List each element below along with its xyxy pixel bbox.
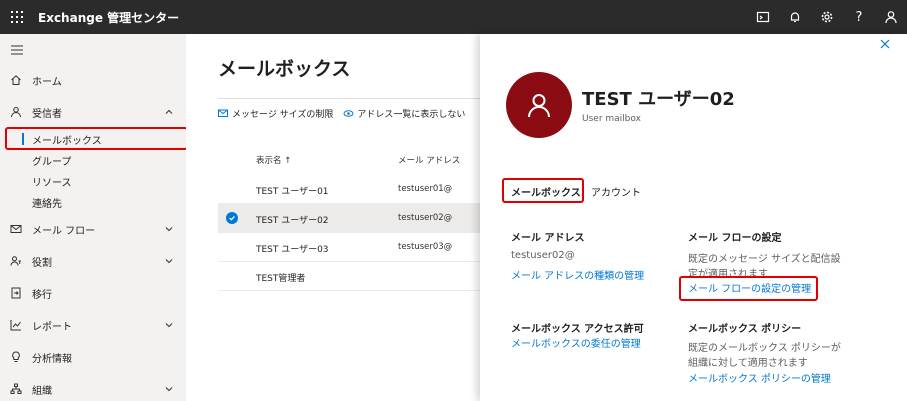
nav-label: ホーム [32, 76, 62, 88]
left-navigation: ホーム 受信者 メールボックス グループ リソース 連絡先 メール フロー 役割… [0, 34, 188, 401]
mail-settings-icon [218, 109, 228, 117]
hamburger-icon[interactable] [10, 44, 24, 56]
nav-reports[interactable]: レポート [0, 312, 186, 338]
mailbox-policy-text: 組織に対して適用されます [688, 358, 808, 369]
tab-account[interactable]: アカウント [591, 184, 641, 199]
email-address-title: メール アドレス [511, 233, 585, 244]
row-email: testuser01@ [398, 184, 453, 194]
lightbulb-icon [0, 351, 32, 363]
nav-label: メール フロー [32, 225, 96, 237]
person-icon [528, 94, 550, 118]
nav-label: 役割 [32, 257, 52, 269]
main-content: メールボックス メッセージ サイズの制限 アドレス一覧に表示しない 表示名 ↑ … [186, 34, 480, 401]
person-icon [0, 106, 32, 118]
mailbox-policy-text: 既定のメールボックス ポリシーが [688, 343, 841, 354]
manage-email-types-link[interactable]: メール アドレスの種類の管理 [511, 267, 644, 282]
user-display-name: TEST ユーザー02 [582, 89, 735, 110]
roles-icon [0, 255, 32, 267]
chevron-down-icon [164, 224, 174, 237]
mail-flow-text: 既定のメッセージ サイズと配信設 [688, 254, 841, 265]
row-email: testuser02@ [398, 213, 453, 223]
command-label: メッセージ サイズの制限 [232, 110, 334, 120]
hide-icon [343, 110, 354, 117]
row-name: TEST ユーザー02 [256, 216, 329, 226]
nav-label: グループ [32, 156, 72, 168]
nav-migration[interactable]: 移行 [0, 280, 186, 306]
table-row[interactable]: TEST ユーザー01 testuser01@ [218, 175, 480, 204]
table-row-selected[interactable]: TEST ユーザー02 testuser02@ [218, 204, 480, 233]
nav-label: 受信者 [32, 108, 62, 120]
nav-organization[interactable]: 組織 [0, 376, 186, 401]
avatar [506, 72, 572, 138]
page-title: メールボックス [218, 58, 351, 80]
help-icon[interactable]: ? [843, 0, 875, 34]
email-address-value: testuser02@ [511, 250, 575, 261]
column-email[interactable]: メール アドレス [398, 154, 460, 166]
nav-label: 組織 [32, 385, 52, 397]
nav-label: 分析情報 [32, 353, 72, 365]
terminal-icon[interactable] [747, 0, 779, 34]
mailbox-permissions-title: メールボックス アクセス許可 [511, 324, 644, 335]
close-icon[interactable] [879, 38, 891, 50]
nav-contacts[interactable]: 連絡先 [0, 192, 186, 212]
message-size-button[interactable]: メッセージ サイズの制限 [218, 107, 333, 120]
row-email: testuser03@ [398, 242, 453, 252]
chevron-down-icon [164, 320, 174, 333]
waffle-icon[interactable] [0, 0, 34, 34]
person-icon[interactable] [875, 0, 907, 34]
table-row[interactable]: TEST ユーザー03 testuser03@ [218, 233, 480, 262]
nav-roles[interactable]: 役割 [0, 248, 186, 274]
command-label: アドレス一覧に表示しない [357, 110, 466, 120]
nav-label: 移行 [32, 289, 52, 301]
nav-home[interactable]: ホーム [0, 67, 186, 93]
column-display-name[interactable]: 表示名 ↑ [256, 154, 291, 166]
highlight-box [5, 127, 188, 150]
mail-flow-title: メール フローの設定 [688, 233, 782, 244]
nav-label: リソース [32, 177, 72, 189]
app-title: Exchange 管理センター [38, 11, 180, 25]
hide-from-address-list-button[interactable]: アドレス一覧に表示しない [343, 107, 465, 120]
nav-label: 連絡先 [32, 198, 62, 210]
nav-groups[interactable]: グループ [0, 150, 186, 170]
command-bar: メッセージ サイズの制限 アドレス一覧に表示しない [218, 98, 480, 128]
nav-insights[interactable]: 分析情報 [0, 344, 186, 370]
nav-resources[interactable]: リソース [0, 171, 186, 191]
chevron-down-icon [164, 256, 174, 269]
top-bar: Exchange 管理センター ? [0, 0, 907, 34]
nav-recipients[interactable]: 受信者 [0, 99, 186, 125]
home-icon [0, 74, 32, 86]
nav-mail-flow[interactable]: メール フロー [0, 216, 186, 242]
row-name: TEST ユーザー01 [256, 187, 329, 197]
table-header: 表示名 ↑ メール アドレス [218, 150, 480, 170]
row-name: TEST管理者 [256, 274, 306, 284]
mailbox-policy-title: メールボックス ポリシー [688, 324, 802, 335]
chart-icon [0, 319, 32, 331]
row-name: TEST ユーザー03 [256, 245, 329, 255]
bell-icon[interactable] [779, 0, 811, 34]
highlight-box [502, 178, 584, 203]
migration-icon [0, 287, 32, 299]
table-row[interactable]: TEST管理者 [218, 262, 480, 291]
highlight-box [679, 276, 818, 301]
manage-mailbox-policy-link[interactable]: メールボックス ポリシーの管理 [688, 370, 831, 385]
chevron-down-icon [164, 384, 174, 397]
checkmark-icon[interactable] [226, 212, 238, 224]
manage-delegation-link[interactable]: メールボックスの委任の管理 [511, 335, 641, 350]
gear-icon[interactable] [811, 0, 843, 34]
mail-icon [0, 223, 32, 235]
nav-label: レポート [32, 321, 72, 333]
chevron-up-icon [164, 107, 174, 120]
org-icon [0, 383, 32, 395]
mailbox-details-panel: TEST ユーザー02 User mailbox メールボックス アカウント メ… [480, 34, 907, 401]
mailbox-type: User mailbox [582, 114, 641, 124]
